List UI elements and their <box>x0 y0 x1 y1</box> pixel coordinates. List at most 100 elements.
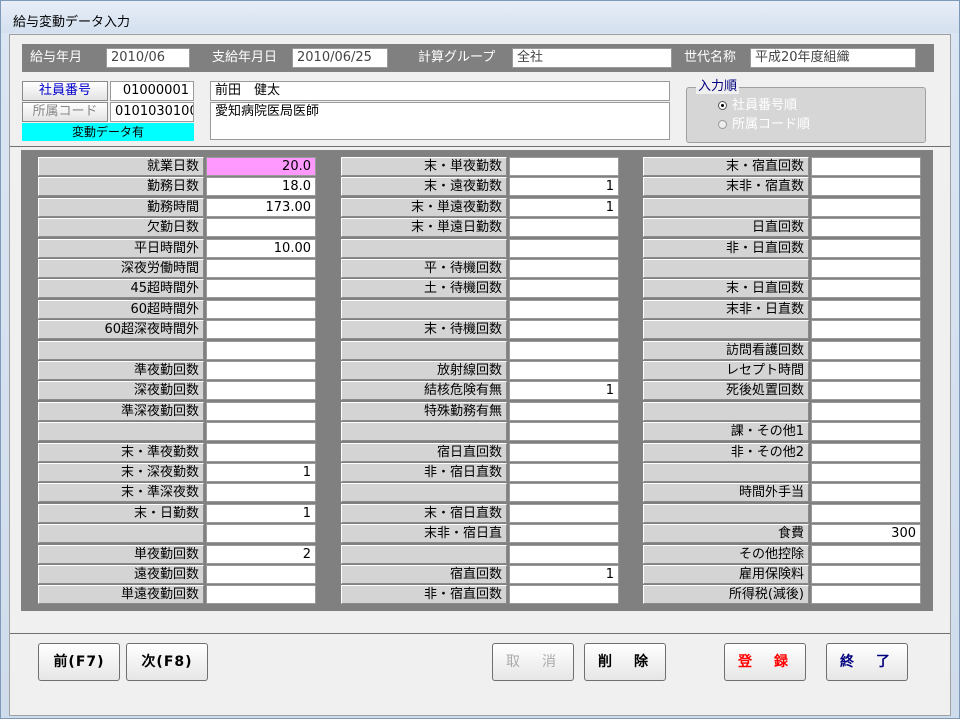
field-label: 末・準深夜数 <box>38 483 204 503</box>
employee-no-field[interactable]: 01000001 <box>110 81 194 101</box>
variable-data-grid: 就業日数 20.0 勤務日数 18.0 勤務時間 173.00 欠勤日数 平日時間外 10.00… <box>21 150 933 611</box>
field-value[interactable] <box>206 340 316 360</box>
field-value[interactable] <box>509 218 619 238</box>
field-label: 深夜勤回数 <box>38 381 204 401</box>
field-value[interactable] <box>811 279 921 299</box>
field-label: 所得税(減後) <box>643 585 809 605</box>
field-value[interactable] <box>509 442 619 462</box>
field-value[interactable] <box>811 340 921 360</box>
field-label: 末・準夜勤数 <box>38 442 204 462</box>
field-value[interactable]: 300 <box>811 524 921 544</box>
title-bar[interactable]: 給与変動データ入力 <box>1 1 959 33</box>
field-value[interactable] <box>206 259 316 278</box>
field-value[interactable]: 18.0 <box>206 177 316 197</box>
field-label: 時間外手当 <box>643 483 809 503</box>
field-value[interactable]: 1 <box>509 565 619 584</box>
field-value[interactable] <box>509 340 619 360</box>
field-value[interactable] <box>509 238 619 258</box>
field-value[interactable] <box>509 463 619 482</box>
exit-button[interactable]: 終 了 <box>826 643 908 681</box>
field-value[interactable] <box>509 524 619 544</box>
field-value[interactable] <box>509 544 619 564</box>
field-label: 死後処置回数 <box>643 381 809 401</box>
dept-code-field[interactable]: 0101030100 <box>110 102 194 122</box>
pay-date-field[interactable]: 2010/06/25 <box>292 48 388 68</box>
field-label: 非・その他2 <box>643 442 809 462</box>
field-value[interactable] <box>811 238 921 258</box>
field-value[interactable]: 10.00 <box>206 238 316 258</box>
field-value[interactable] <box>509 422 619 442</box>
field-value[interactable]: 1 <box>509 177 619 197</box>
next-button[interactable]: 次(F8) <box>126 643 208 681</box>
field-value[interactable]: 1 <box>509 381 619 401</box>
dept-code-button[interactable]: 所属コード <box>22 102 108 122</box>
field-value[interactable] <box>811 483 921 503</box>
field-value[interactable] <box>509 279 619 299</box>
field-value[interactable]: 1 <box>206 463 316 482</box>
field-label: 60超深夜時間外 <box>38 320 204 340</box>
field-label: 勤務時間 <box>38 197 204 217</box>
field-label: 末非・日直数 <box>643 299 809 319</box>
field-value[interactable] <box>206 279 316 299</box>
field-value[interactable] <box>811 565 921 584</box>
field-value[interactable] <box>811 299 921 319</box>
field-value[interactable] <box>811 177 921 197</box>
generation-field[interactable]: 平成20年度組織 <box>750 48 916 68</box>
field-value[interactable] <box>811 259 921 278</box>
field-value[interactable]: 1 <box>509 197 619 217</box>
field-value[interactable]: 20.0 <box>206 157 316 176</box>
field-value[interactable] <box>811 381 921 401</box>
field-value[interactable] <box>509 299 619 319</box>
field-value[interactable] <box>811 463 921 482</box>
field-value[interactable] <box>811 197 921 217</box>
field-value[interactable] <box>811 442 921 462</box>
field-value[interactable] <box>811 320 921 340</box>
field-label: 末・単遠夜勤数 <box>341 197 507 217</box>
field-value[interactable] <box>206 442 316 462</box>
field-value[interactable] <box>206 422 316 442</box>
prev-button[interactable]: 前(F7) <box>38 643 120 681</box>
field-value[interactable] <box>811 585 921 605</box>
pay-month-field[interactable]: 2010/06 <box>106 48 190 68</box>
field-value[interactable]: 173.00 <box>206 197 316 217</box>
field-value[interactable] <box>206 299 316 319</box>
field-value[interactable] <box>811 544 921 564</box>
field-value[interactable] <box>509 157 619 176</box>
field-value[interactable] <box>811 503 921 523</box>
field-value[interactable] <box>811 422 921 442</box>
field-value[interactable] <box>509 483 619 503</box>
register-button[interactable]: 登 録 <box>724 643 806 681</box>
field-value[interactable] <box>509 401 619 421</box>
field-value[interactable]: 2 <box>206 544 316 564</box>
field-value[interactable] <box>206 565 316 584</box>
status-badge: 変動データ有 <box>22 123 194 141</box>
field-value[interactable] <box>206 401 316 421</box>
field-value[interactable] <box>509 585 619 605</box>
field-value[interactable] <box>206 381 316 401</box>
field-value[interactable] <box>206 218 316 238</box>
field-label: 末・単遠日勤数 <box>341 218 507 238</box>
field-value[interactable] <box>509 361 619 380</box>
cancel-button[interactable]: 取 消 <box>492 643 574 681</box>
field-value[interactable] <box>206 585 316 605</box>
divider <box>10 146 950 147</box>
field-label <box>341 299 507 319</box>
delete-button[interactable]: 削 除 <box>584 643 666 681</box>
field-value[interactable] <box>509 259 619 278</box>
field-value[interactable] <box>206 361 316 380</box>
field-value[interactable] <box>509 320 619 340</box>
window-title: 給与変動データ入力 <box>13 15 131 30</box>
field-value[interactable] <box>509 503 619 523</box>
field-value[interactable] <box>206 483 316 503</box>
field-label: 45超時間外 <box>38 279 204 299</box>
field-value[interactable]: 1 <box>206 503 316 523</box>
field-value[interactable] <box>811 401 921 421</box>
generation-label: 世代名称 <box>684 50 737 65</box>
field-value[interactable] <box>811 361 921 380</box>
field-value[interactable] <box>206 320 316 340</box>
employee-no-button[interactable]: 社員番号 <box>22 81 108 101</box>
field-value[interactable] <box>811 157 921 176</box>
field-value[interactable] <box>811 218 921 238</box>
field-value[interactable] <box>206 524 316 544</box>
calc-group-field[interactable]: 全社 <box>512 48 672 68</box>
